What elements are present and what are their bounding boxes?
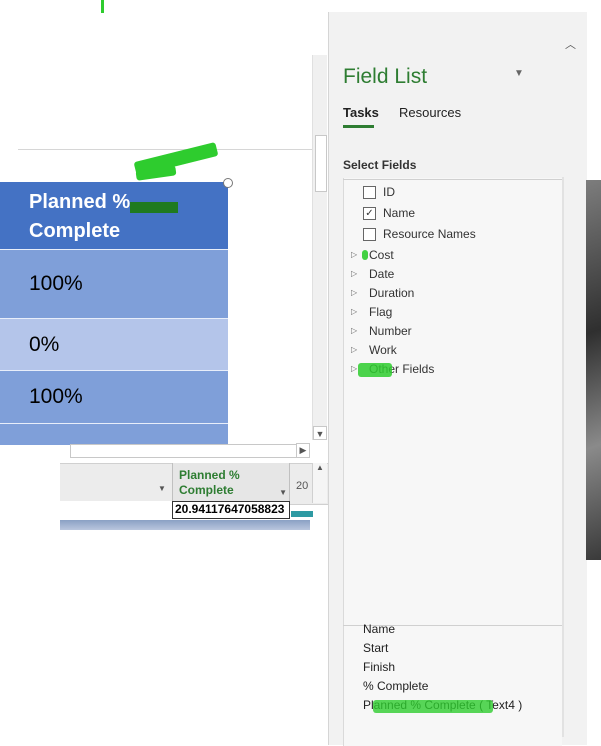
expand-triangle-icon[interactable]: ▷ <box>351 323 361 339</box>
field-label: Number <box>369 324 412 338</box>
table-header[interactable]: Planned % Complete <box>0 182 228 249</box>
scroll-right-icon[interactable]: ▶ <box>296 443 310 458</box>
highlight-mark <box>362 250 368 260</box>
highlight-mark <box>130 202 178 213</box>
scroll-up-icon[interactable]: ▲ <box>312 463 327 503</box>
checkbox[interactable] <box>363 227 376 241</box>
chevron-down-icon[interactable]: ▼ <box>279 485 287 500</box>
gantt-bar[interactable] <box>291 511 313 517</box>
field-group-work[interactable]: ▷ Work <box>351 342 397 358</box>
table-cell: 0% <box>0 318 228 370</box>
selected-field[interactable]: % Complete <box>363 679 428 693</box>
expand-triangle-icon[interactable]: ▷ <box>351 304 361 320</box>
table-cell <box>0 423 228 445</box>
expand-triangle-icon[interactable]: ▷ <box>351 247 361 263</box>
field-group-date[interactable]: ▷ Date <box>351 266 395 282</box>
highlight-mark <box>358 363 392 377</box>
field-label: ID <box>383 185 395 199</box>
header-line: Planned % <box>29 191 131 213</box>
checkbox[interactable] <box>363 185 376 199</box>
active-tab-indicator <box>343 125 374 128</box>
grid-row <box>60 520 310 530</box>
pane-options-icon[interactable]: ▼ <box>514 68 524 79</box>
select-fields-label: Select Fields <box>343 158 417 172</box>
report-view: Planned % Complete 100% 0% 100% ▼ ▶ ▼ Pl… <box>0 0 330 745</box>
field-item-id[interactable]: ID <box>363 184 395 200</box>
horizontal-scrollbar[interactable] <box>70 444 310 458</box>
expand-triangle-icon[interactable]: ▷ <box>351 342 361 358</box>
tab-tasks[interactable]: Tasks <box>343 105 379 120</box>
field-list-pane: ︿ Field List ▼ Tasks Resources Select Fi… <box>328 12 587 746</box>
scroll-down-icon[interactable]: ▼ <box>313 426 327 440</box>
field-label: Cost <box>369 248 394 262</box>
tab-resources[interactable]: Resources <box>399 105 461 120</box>
field-label: Name <box>383 206 416 220</box>
pane-title: Field List <box>343 65 428 88</box>
column-header-line: Planned % <box>179 468 240 482</box>
table-cell: 100% <box>0 370 228 423</box>
chevron-down-icon[interactable]: ▼ <box>158 484 166 493</box>
vertical-scrollbar[interactable]: ▼ <box>312 55 327 440</box>
expand-triangle-icon[interactable]: ▷ <box>351 266 361 282</box>
field-item-name[interactable]: ✓ Name <box>363 205 415 221</box>
field-group-flag[interactable]: ▷ Flag <box>351 304 393 320</box>
grid-cell-planned-complete[interactable]: 20.94117647058823 <box>172 501 290 519</box>
expand-triangle-icon[interactable]: ▷ <box>351 285 361 301</box>
field-group-duration[interactable]: ▷ Duration <box>351 285 415 301</box>
collapse-icon[interactable]: ︿ <box>565 36 576 52</box>
highlight-mark <box>101 0 104 13</box>
field-label: Resource Names <box>383 227 476 241</box>
fields-list: ID ✓ Name Resource Names ▷ Cost ▷ Date ▷… <box>343 179 563 626</box>
divider <box>18 149 313 150</box>
header-line: Complete <box>29 220 121 242</box>
selected-field[interactable]: Start <box>363 641 388 655</box>
background-photo <box>586 180 601 560</box>
checkbox-checked[interactable]: ✓ <box>363 206 376 220</box>
column-header-line: Complete <box>179 483 234 497</box>
field-item-resource-names[interactable]: Resource Names <box>363 226 476 242</box>
highlight-mark <box>373 700 493 713</box>
field-label: Date <box>369 267 395 281</box>
report-table[interactable]: Planned % Complete 100% 0% 100% <box>0 182 228 445</box>
table-cell: 100% <box>0 249 228 318</box>
field-label: Work <box>369 343 397 357</box>
timescale-label: 20 <box>296 480 309 492</box>
resize-handle[interactable] <box>223 178 233 188</box>
selected-field[interactable]: Finish <box>363 660 395 674</box>
field-label: Duration <box>369 286 415 300</box>
field-group-number[interactable]: ▷ Number <box>351 323 412 339</box>
column-header-planned-complete[interactable]: Planned % Complete ▼ <box>172 463 290 501</box>
scroll-thumb[interactable] <box>315 135 327 192</box>
selected-field[interactable]: Name <box>363 622 395 636</box>
pane-divider <box>562 177 564 737</box>
field-label: Flag <box>369 305 393 319</box>
